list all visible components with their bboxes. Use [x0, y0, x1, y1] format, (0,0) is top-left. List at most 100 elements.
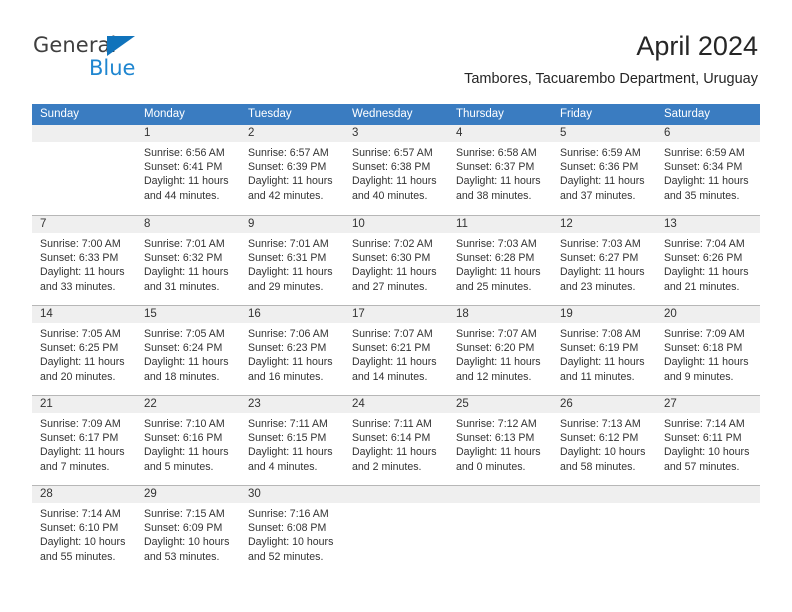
day-detail-line: Sunset: 6:11 PM	[664, 432, 742, 445]
calendar-day-cell[interactable]: 6 Sunrise: 6:59 AM Sunset: 6:34 PM Daylight…	[656, 125, 760, 215]
day-detail-line: Sunset: 6:18 PM	[664, 342, 743, 355]
day-number-band: 20	[656, 306, 760, 323]
calendar-day-cell[interactable]: 19 Sunrise: 7:08 AM Sunset: 6:19 PM Dayligh…	[552, 306, 656, 395]
weekday-header-friday: Friday	[560, 108, 592, 120]
calendar-day-cell[interactable]: 14 Sunrise: 7:05 AM Sunset: 6:25 PM Dayligh…	[32, 306, 136, 395]
day-detail-line: and 0 minutes.	[456, 460, 526, 473]
day-number-band	[448, 486, 552, 503]
day-detail-line: and 42 minutes.	[248, 189, 324, 202]
day-detail-line: Sunrise: 7:16 AM	[248, 508, 329, 520]
day-detail-line: Daylight: 11 hours	[352, 446, 437, 459]
calendar-day-cell[interactable]: 1 Sunrise: 6:56 AM Sunset: 6:41 PM Daylight…	[136, 125, 240, 215]
calendar-day-cell[interactable]: 16 Sunrise: 7:06 AM Sunset: 6:23 PM Dayligh…	[240, 306, 344, 395]
calendar-day-cell[interactable]: 9 Sunrise: 7:01 AM Sunset: 6:31 PM Daylight…	[240, 216, 344, 305]
day-number: 1	[144, 127, 151, 139]
calendar-day-cell[interactable]: 2 Sunrise: 6:57 AM Sunset: 6:39 PM Daylight…	[240, 125, 344, 215]
day-detail-line: Daylight: 11 hours	[456, 446, 541, 459]
calendar-day-cell[interactable]: 18 Sunrise: 7:07 AM Sunset: 6:20 PM Dayligh…	[448, 306, 552, 395]
day-detail-line: Daylight: 11 hours	[560, 266, 645, 279]
title-block: April 2024 Tambores, Tacuarembo Departme…	[464, 30, 758, 88]
calendar-day-cell[interactable]: 17 Sunrise: 7:07 AM Sunset: 6:21 PM Dayligh…	[344, 306, 448, 395]
day-detail-line: and 7 minutes.	[40, 460, 110, 473]
day-detail-line: Daylight: 11 hours	[144, 446, 229, 459]
day-detail-line: and 16 minutes.	[248, 370, 324, 383]
calendar-day-cell[interactable]: 21 Sunrise: 7:09 AM Sunset: 6:17 PM Dayligh…	[32, 396, 136, 485]
day-detail-line: Sunrise: 7:14 AM	[664, 418, 745, 430]
day-number: 27	[664, 398, 677, 410]
calendar-day-cell[interactable]: 7 Sunrise: 7:00 AM Sunset: 6:33 PM Daylight…	[32, 216, 136, 305]
calendar-week-row: 14 Sunrise: 7:05 AM Sunset: 6:25 PM Dayligh…	[32, 305, 760, 395]
day-detail-line: Daylight: 11 hours	[560, 356, 645, 369]
day-detail-lines: Sunrise: 7:12 AM Sunset: 6:13 PM Daylight:…	[448, 413, 552, 474]
calendar-day-cell[interactable]: 23 Sunrise: 7:11 AM Sunset: 6:15 PM Dayligh…	[240, 396, 344, 485]
calendar-day-cell[interactable]: 15 Sunrise: 7:05 AM Sunset: 6:24 PM Dayligh…	[136, 306, 240, 395]
calendar-day-cell[interactable]: 11 Sunrise: 7:03 AM Sunset: 6:28 PM Dayligh…	[448, 216, 552, 305]
day-detail-lines: Sunrise: 7:02 AM Sunset: 6:30 PM Daylight:…	[344, 233, 448, 294]
calendar-day-cell[interactable]: 22 Sunrise: 7:10 AM Sunset: 6:16 PM Dayligh…	[136, 396, 240, 485]
calendar-day-cell[interactable]: 5 Sunrise: 6:59 AM Sunset: 6:36 PM Daylight…	[552, 125, 656, 215]
day-detail-line: Sunrise: 7:14 AM	[40, 508, 121, 520]
day-detail-line: Sunrise: 7:03 AM	[456, 238, 537, 250]
calendar-day-cell[interactable]: 27 Sunrise: 7:14 AM Sunset: 6:11 PM Dayligh…	[656, 396, 760, 485]
calendar-day-cell-empty	[32, 125, 136, 215]
calendar-day-cell[interactable]: 25 Sunrise: 7:12 AM Sunset: 6:13 PM Dayligh…	[448, 396, 552, 485]
day-detail-line: and 5 minutes.	[144, 460, 214, 473]
page-header: General Blue April 2024 Tambores, Tacuar…	[0, 0, 792, 100]
calendar-day-cell[interactable]: 24 Sunrise: 7:11 AM Sunset: 6:14 PM Dayligh…	[344, 396, 448, 485]
day-detail-line: Sunset: 6:41 PM	[144, 161, 223, 174]
day-detail-line: Sunrise: 7:11 AM	[248, 418, 328, 430]
calendar-day-cell[interactable]: 3 Sunrise: 6:57 AM Sunset: 6:38 PM Daylight…	[344, 125, 448, 215]
calendar-day-cell[interactable]: 4 Sunrise: 6:58 AM Sunset: 6:37 PM Daylight…	[448, 125, 552, 215]
day-detail-line: Sunrise: 7:01 AM	[248, 238, 329, 250]
calendar-day-cell[interactable]: 26 Sunrise: 7:13 AM Sunset: 6:12 PM Dayligh…	[552, 396, 656, 485]
calendar-day-cell-empty	[448, 486, 552, 575]
day-number: 13	[664, 218, 677, 230]
calendar-day-cell[interactable]: 29 Sunrise: 7:15 AM Sunset: 6:09 PM Dayligh…	[136, 486, 240, 575]
day-number-band: 4	[448, 125, 552, 142]
day-number: 28	[40, 488, 53, 500]
calendar-page: General Blue April 2024 Tambores, Tacuar…	[0, 0, 792, 612]
calendar-day-cell[interactable]: 28 Sunrise: 7:14 AM Sunset: 6:10 PM Dayligh…	[32, 486, 136, 575]
calendar-day-cell[interactable]: 30 Sunrise: 7:16 AM Sunset: 6:08 PM Dayligh…	[240, 486, 344, 575]
day-detail-line: and 2 minutes.	[352, 460, 422, 473]
calendar-day-cell[interactable]: 20 Sunrise: 7:09 AM Sunset: 6:18 PM Dayligh…	[656, 306, 760, 395]
day-number-band: 2	[240, 125, 344, 142]
day-number-band: 13	[656, 216, 760, 233]
day-detail-lines: Sunrise: 7:14 AM Sunset: 6:10 PM Daylight:…	[32, 503, 136, 564]
day-detail-lines: Sunrise: 7:01 AM Sunset: 6:31 PM Daylight:…	[240, 233, 344, 294]
day-detail-line: Sunrise: 7:12 AM	[456, 418, 537, 430]
day-detail-line: and 53 minutes.	[144, 550, 220, 563]
calendar-day-cell[interactable]: 8 Sunrise: 7:01 AM Sunset: 6:32 PM Daylight…	[136, 216, 240, 305]
day-number-band: 26	[552, 396, 656, 413]
day-number: 10	[352, 218, 365, 230]
calendar-week-row: 7 Sunrise: 7:00 AM Sunset: 6:33 PM Daylight…	[32, 215, 760, 305]
day-detail-line: and 4 minutes.	[248, 460, 318, 473]
day-number: 29	[144, 488, 157, 500]
calendar-grid: Sunday Monday Tuesday Wednesday Thursday Frid…	[32, 104, 760, 575]
day-detail-line: and 9 minutes.	[664, 370, 734, 383]
day-detail-line: Sunset: 6:16 PM	[144, 432, 223, 445]
day-number: 26	[560, 398, 573, 410]
day-number-band: 10	[344, 216, 448, 233]
day-detail-line: and 25 minutes.	[456, 280, 532, 293]
day-detail-line: Sunset: 6:24 PM	[144, 342, 223, 355]
day-detail-lines: Sunrise: 6:59 AM Sunset: 6:34 PM Daylight:…	[656, 142, 760, 203]
day-detail-line: Daylight: 11 hours	[248, 356, 333, 369]
day-detail-line: Sunrise: 6:59 AM	[560, 147, 641, 159]
day-detail-line: Sunrise: 6:57 AM	[248, 147, 329, 159]
day-number-band: 15	[136, 306, 240, 323]
day-detail-line: Sunrise: 6:58 AM	[456, 147, 537, 159]
day-detail-line: Daylight: 11 hours	[40, 446, 125, 459]
calendar-day-cell[interactable]: 12 Sunrise: 7:03 AM Sunset: 6:27 PM Dayligh…	[552, 216, 656, 305]
day-detail-lines: Sunrise: 6:56 AM Sunset: 6:41 PM Daylight:…	[136, 142, 240, 203]
calendar-week-row: 21 Sunrise: 7:09 AM Sunset: 6:17 PM Dayligh…	[32, 395, 760, 485]
day-detail-lines: Sunrise: 7:10 AM Sunset: 6:16 PM Daylight:…	[136, 413, 240, 474]
day-detail-line: Daylight: 11 hours	[352, 356, 437, 369]
day-detail-line: Daylight: 10 hours	[664, 446, 750, 459]
day-detail-line: Sunrise: 7:06 AM	[248, 328, 329, 340]
calendar-day-cell[interactable]: 13 Sunrise: 7:04 AM Sunset: 6:26 PM Dayligh…	[656, 216, 760, 305]
day-detail-line: Daylight: 10 hours	[40, 536, 126, 549]
day-number: 14	[40, 308, 53, 320]
day-detail-lines: Sunrise: 7:15 AM Sunset: 6:09 PM Daylight:…	[136, 503, 240, 564]
calendar-day-cell[interactable]: 10 Sunrise: 7:02 AM Sunset: 6:30 PM Dayligh…	[344, 216, 448, 305]
